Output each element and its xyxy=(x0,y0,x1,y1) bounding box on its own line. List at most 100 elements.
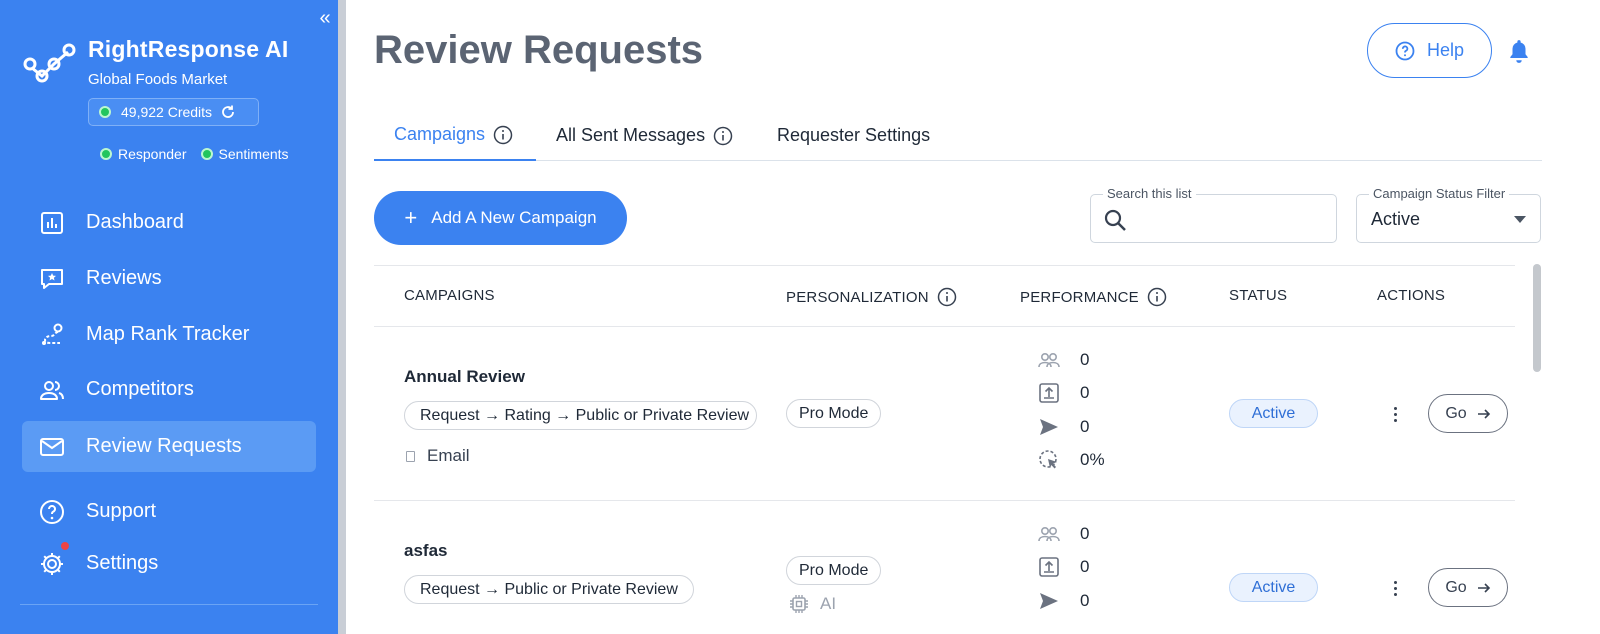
sidebar-item-label: Settings xyxy=(86,552,159,574)
status-dot xyxy=(100,148,112,160)
campaign-name: Annual Review xyxy=(404,367,525,386)
chevron-down-icon xyxy=(1514,216,1526,223)
tab-requester-settings[interactable]: Requester Settings xyxy=(757,110,950,161)
table-row: Annual Review Request → Rating → Public … xyxy=(374,327,1515,501)
users-icon xyxy=(1038,527,1060,542)
credits-label: 49,922 Credits xyxy=(121,104,213,120)
tab-campaigns[interactable]: Campaigns xyxy=(374,110,536,161)
tab-label: Requester Settings xyxy=(777,125,931,145)
metric-value: 0 xyxy=(1080,557,1090,576)
route-icon xyxy=(38,321,66,349)
metric-uploaded: 0 xyxy=(1038,556,1089,578)
channel-email: Email xyxy=(406,446,470,466)
metric-click-rate: 0% xyxy=(1038,449,1105,471)
sidebar-item-reviews[interactable]: Reviews xyxy=(22,253,316,304)
tabs: Campaigns All Sent Messages Requester Se… xyxy=(374,110,1542,161)
question-icon xyxy=(1395,41,1415,60)
info-icon[interactable] xyxy=(713,126,733,146)
table-header: CAMPAIGNS PERSONALIZATION PERFORMANCE ST… xyxy=(374,265,1515,327)
more-options-icon[interactable] xyxy=(1389,578,1401,598)
arrow-right-icon xyxy=(1477,582,1490,593)
pro-mode-chip: Pro Mode xyxy=(786,399,882,428)
column-header-actions: ACTIONS xyxy=(1377,287,1446,304)
sidebar-item-label: Dashboard xyxy=(86,211,184,233)
filter-value: Active xyxy=(1371,209,1421,229)
sidebar-item-review-requests[interactable]: Review Requests xyxy=(22,421,316,472)
sidebar-item-label: Map Rank Tracker xyxy=(86,323,250,345)
send-icon xyxy=(1040,593,1058,609)
mail-icon xyxy=(38,433,66,461)
status-label: Responder xyxy=(118,146,187,162)
column-header-status: STATUS xyxy=(1229,287,1288,304)
table-scrollbar[interactable] xyxy=(1533,264,1541,372)
help-button[interactable]: Help xyxy=(1367,23,1492,78)
sidebar-item-label: Support xyxy=(86,500,157,522)
column-header-performance: PERFORMANCE xyxy=(1020,287,1167,307)
sidebar-item-competitors[interactable]: Competitors xyxy=(22,364,316,415)
notification-dot xyxy=(61,542,69,550)
review-chat-icon xyxy=(38,265,66,293)
campaign-status-filter[interactable]: Campaign Status Filter Active xyxy=(1356,186,1541,243)
credits-badge[interactable]: 49,922 Credits xyxy=(88,98,259,126)
metric-value: 0 xyxy=(1080,383,1090,402)
search-field[interactable]: Search this list xyxy=(1090,186,1337,243)
metric-value: 0 xyxy=(1080,524,1090,543)
ai-label: AI xyxy=(820,594,837,613)
sidebar-item-support[interactable]: Support xyxy=(22,486,316,537)
sidebar-item-map-rank-tracker[interactable]: Map Rank Tracker xyxy=(22,309,316,360)
page-title: Review Requests xyxy=(374,28,704,72)
sidebar-item-dashboard[interactable]: Dashboard xyxy=(22,197,316,248)
logo xyxy=(23,43,76,83)
tab-all-sent-messages[interactable]: All Sent Messages xyxy=(536,110,753,161)
service-statuses: Responder Sentiments xyxy=(100,146,289,162)
credits-status-dot xyxy=(99,106,111,118)
go-button[interactable]: Go xyxy=(1428,394,1508,433)
chart-icon xyxy=(38,209,66,237)
responder-status: Responder xyxy=(100,146,187,162)
flow-chip: Request → Rating → Public or Private Rev… xyxy=(404,401,757,430)
cursor-click-icon xyxy=(1039,450,1057,469)
add-campaign-label: Add A New Campaign xyxy=(431,208,597,227)
sentiments-status: Sentiments xyxy=(200,146,289,162)
metric-value: 0 xyxy=(1080,417,1090,436)
sidebar-item-label: Review Requests xyxy=(86,435,242,457)
send-icon xyxy=(1040,419,1058,435)
info-icon[interactable] xyxy=(937,287,957,307)
add-campaign-button[interactable]: + Add A New Campaign xyxy=(374,191,627,245)
sidebar-item-settings[interactable]: Settings xyxy=(22,538,316,589)
users-icon xyxy=(1038,353,1060,368)
users-icon xyxy=(38,376,66,404)
table-row: asfas Request → Public or Private Review… xyxy=(374,501,1515,634)
status-dot xyxy=(200,148,213,160)
search-label: Search this list xyxy=(1103,186,1196,201)
column-header-personalization: PERSONALIZATION xyxy=(786,287,957,307)
pro-mode-chip: Pro Mode xyxy=(786,556,882,585)
channel-label: Email xyxy=(427,446,470,465)
collapse-sidebar-icon[interactable]: « xyxy=(314,8,336,30)
upload-icon xyxy=(1039,383,1059,403)
refresh-icon[interactable] xyxy=(220,104,236,120)
metric-value: 0% xyxy=(1080,450,1105,469)
business-name: Global Foods Market xyxy=(88,71,228,88)
status-badge: Active xyxy=(1229,573,1318,602)
search-icon xyxy=(1104,209,1126,231)
info-icon[interactable] xyxy=(493,125,513,145)
plus-icon: + xyxy=(404,205,418,230)
chip-icon xyxy=(790,595,808,613)
more-options-icon[interactable] xyxy=(1389,404,1401,424)
bell-icon[interactable] xyxy=(1506,38,1532,64)
question-icon xyxy=(38,498,66,526)
metric-uploaded: 0 xyxy=(1038,382,1089,404)
sidebar-divider xyxy=(20,604,318,605)
go-button[interactable]: Go xyxy=(1428,568,1508,607)
metric-value: 0 xyxy=(1080,350,1090,369)
info-icon[interactable] xyxy=(1147,287,1167,307)
tab-label: Campaigns xyxy=(394,124,486,144)
sidebar: « RightResponse AI Global Foods Market 4… xyxy=(0,0,338,634)
column-header-campaigns: CAMPAIGNS xyxy=(404,287,495,304)
gear-icon xyxy=(38,550,66,578)
campaign-name: asfas xyxy=(404,541,448,560)
filter-label: Campaign Status Filter xyxy=(1369,186,1510,201)
sidebar-resize-handle[interactable] xyxy=(338,0,346,634)
upload-icon xyxy=(1039,557,1059,577)
